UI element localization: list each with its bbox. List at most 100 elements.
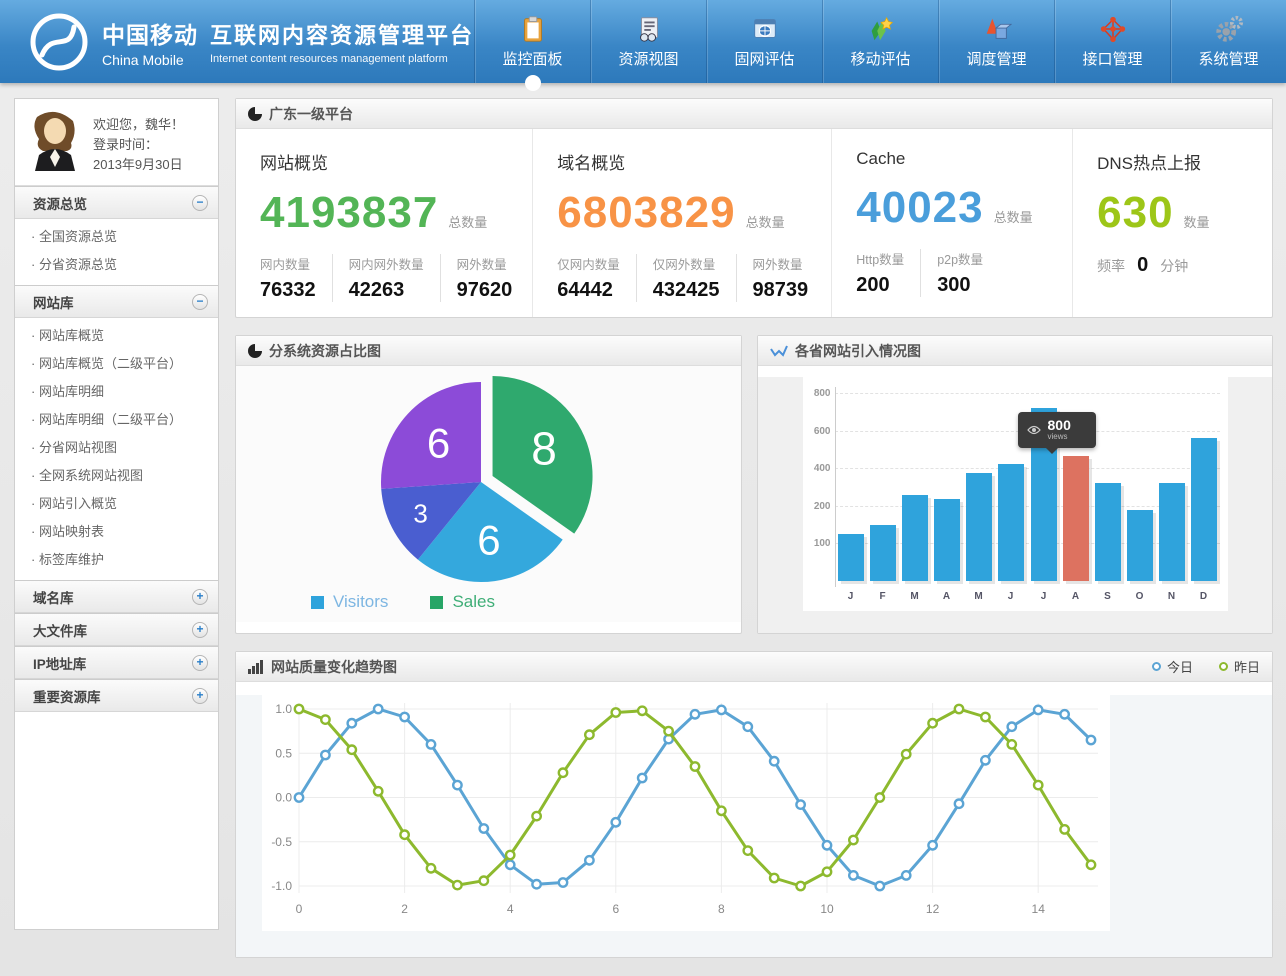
nav-item-4[interactable]: 移动评估	[822, 0, 938, 83]
data-point	[585, 856, 593, 864]
stat-sub: 仅网外数量432425	[636, 254, 736, 302]
pie-slice-label: 8	[531, 422, 557, 474]
pie-slice-label: 3	[413, 498, 427, 528]
data-point	[559, 878, 567, 886]
data-point	[876, 882, 884, 890]
dispatch-mgmt-icon	[982, 14, 1012, 44]
sidebar-item[interactable]: 标签库维护	[15, 546, 218, 574]
data-point	[1008, 723, 1016, 731]
user-profile: 欢迎您，魏华！ 登录时间： 2013年9月30日	[15, 99, 218, 186]
data-point	[876, 793, 884, 801]
expand-icon[interactable]: +	[192, 655, 208, 671]
y-axis-label: 400	[809, 463, 831, 474]
data-point	[1034, 706, 1042, 714]
nav-label: 调度管理	[967, 48, 1027, 69]
pie-chart-icon	[248, 107, 262, 121]
stat-big-value: 630	[1097, 188, 1173, 238]
sidebar-section-label: 大文件库	[33, 620, 87, 640]
sidebar-item[interactable]: 网站库概览	[15, 322, 218, 350]
data-point	[480, 824, 488, 832]
bar-S-9[interactable]	[1095, 483, 1121, 581]
data-point	[770, 757, 778, 765]
data-point	[532, 880, 540, 888]
pie-panel-header: 分系统资源占比图	[236, 336, 741, 366]
sidebar-item[interactable]: 网站映射表	[15, 518, 218, 546]
stat-sub-label: 网外数量	[457, 254, 513, 273]
bar-D-12[interactable]	[1191, 438, 1217, 581]
legend-item-sales[interactable]: Sales	[430, 592, 495, 612]
stat-card-3: Cache40023总数量Http数量200p2p数量300	[831, 129, 1072, 317]
stat-big-label: 数量	[1184, 212, 1210, 231]
data-point	[321, 715, 329, 723]
sidebar-item[interactable]: 网站库明细（二级平台）	[15, 406, 218, 434]
data-point	[374, 787, 382, 795]
expand-icon[interactable]: +	[192, 622, 208, 638]
sidebar-item[interactable]: 分省资源总览	[15, 251, 218, 279]
sidebar-section-3[interactable]: 域名库+	[15, 580, 218, 613]
sidebar-section-5[interactable]: IP地址库 +	[15, 646, 218, 679]
bar-chart: 100200400600800JFMAMJJASOND800views	[758, 377, 1272, 633]
sidebar-item[interactable]: 网站库概览（二级平台）	[15, 350, 218, 378]
data-point	[612, 708, 620, 716]
data-point	[902, 750, 910, 758]
y-axis-label: -1.0	[271, 879, 292, 893]
data-point	[612, 818, 620, 826]
expand-icon[interactable]: +	[192, 589, 208, 605]
nav-item-2[interactable]: 资源视图	[590, 0, 706, 83]
sidebar-section-label: IP地址库	[33, 653, 86, 673]
sidebar-section-6[interactable]: 重要资源库+	[15, 679, 218, 712]
bar-M-3[interactable]	[902, 495, 928, 581]
brand-name-en: China Mobile	[102, 52, 198, 68]
pie-panel-title: 分系统资源占比图	[269, 341, 381, 361]
nav-item-3[interactable]: 固网评估	[706, 0, 822, 83]
bar-A-8[interactable]	[1063, 456, 1089, 581]
legend-item-2[interactable]: 昨日	[1219, 657, 1260, 676]
data-point	[1034, 781, 1042, 789]
stat-big-value: 6803829	[557, 188, 735, 238]
expand-icon[interactable]: +	[192, 688, 208, 704]
line-panel: 网站质量变化趋势图 今日昨日 024681012141.00.50.0-0.5-…	[235, 651, 1273, 958]
bar-J-1[interactable]	[838, 534, 864, 581]
sidebar-item[interactable]: 分省网站视图	[15, 434, 218, 462]
y-axis-label: 0.0	[275, 791, 292, 805]
bar-chart-icon	[248, 660, 264, 674]
x-axis-label: N	[1159, 591, 1185, 602]
x-axis-label: A	[934, 591, 960, 602]
sidebar-section-1[interactable]: 资源总览−	[15, 186, 218, 219]
sidebar-item[interactable]: 网站库明细	[15, 378, 218, 406]
nav-item-1[interactable]: 监控面板	[474, 0, 590, 83]
data-point	[796, 800, 804, 808]
bar-J-6[interactable]	[998, 464, 1024, 581]
x-axis-label: 0	[296, 902, 303, 916]
legend-item-visitors[interactable]: Visitors	[311, 592, 388, 612]
freq-unit: 分钟	[1160, 256, 1188, 276]
pie-slice-label: 6	[427, 419, 450, 466]
sidebar-section-4[interactable]: 大文件库 +	[15, 613, 218, 646]
bar-M-5[interactable]	[966, 473, 992, 581]
bar-A-4[interactable]	[934, 499, 960, 581]
sidebar-item[interactable]: 全国资源总览	[15, 223, 218, 251]
nav-item-6[interactable]: 接口管理	[1054, 0, 1170, 83]
bar-N-11[interactable]	[1159, 483, 1185, 581]
bar-F-2[interactable]	[870, 525, 896, 581]
data-point	[849, 871, 857, 879]
bar-O-10[interactable]	[1127, 510, 1153, 581]
sidebar-section-items: 网站库概览网站库概览（二级平台）网站库明细网站库明细（二级平台）分省网站视图全网…	[15, 318, 218, 580]
y-axis-label: 200	[809, 501, 831, 512]
sidebar-item[interactable]: 全网系统网站视图	[15, 462, 218, 490]
line-panel-title: 网站质量变化趋势图	[271, 657, 397, 677]
legend-item-1[interactable]: 今日	[1152, 657, 1193, 676]
nav-item-5[interactable]: 调度管理	[938, 0, 1054, 83]
collapse-icon[interactable]: −	[192, 294, 208, 310]
stat-sub-value: 64442	[557, 279, 620, 302]
x-axis-label: O	[1127, 591, 1153, 602]
nav-item-7[interactable]: 系统管理	[1170, 0, 1286, 83]
stat-sub-label: Http数量	[856, 249, 904, 268]
app-header: 中国移动 China Mobile 互联网内容资源管理平台 Internet c…	[0, 0, 1286, 83]
collapse-icon[interactable]: −	[192, 195, 208, 211]
stat-big-label: 总数量	[994, 207, 1033, 226]
monitor-panel-icon	[518, 14, 548, 44]
sidebar-item[interactable]: 网站引入概览	[15, 490, 218, 518]
x-axis-label: D	[1191, 591, 1217, 602]
sidebar-section-2[interactable]: 网站库−	[15, 285, 218, 318]
